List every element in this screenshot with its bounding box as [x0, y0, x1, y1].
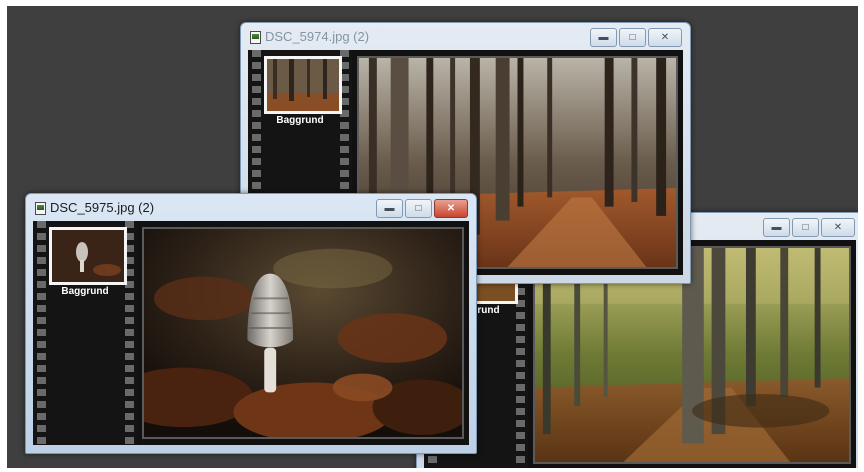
minimize-button[interactable]: ▬ — [376, 199, 403, 218]
image-canvas[interactable] — [142, 227, 464, 439]
layer-thumbnail[interactable] — [49, 227, 127, 285]
close-button[interactable]: ✕ — [648, 28, 682, 47]
image-window-front[interactable]: DSC_5975.jpg (2) ▬ □ ✕ Baggrund — [25, 193, 477, 454]
layer-thumbnail[interactable] — [264, 56, 342, 114]
window-controls: ▬ □ ✕ — [761, 218, 855, 237]
film-perforation — [37, 221, 46, 445]
close-button[interactable]: ✕ — [434, 199, 468, 218]
close-button[interactable]: ✕ — [821, 218, 855, 237]
maximize-button[interactable]: □ — [619, 28, 646, 47]
window-client: Baggrund — [33, 221, 469, 445]
image-document-icon — [250, 31, 261, 44]
maximize-button[interactable]: □ — [405, 199, 432, 218]
window-title: DSC_5974.jpg (2) — [265, 29, 370, 44]
window-title: DSC_5975.jpg (2) — [50, 200, 155, 215]
window-titlebar[interactable]: DSC_5974.jpg (2) ▬ □ ✕ — [241, 23, 690, 50]
layer-label: Baggrund — [276, 115, 324, 126]
forest-thumbnail-icon — [267, 59, 339, 111]
window-controls: ▬ □ ✕ — [588, 28, 682, 47]
desktop-background: ▬ □ ✕ Baggrund — [7, 6, 858, 468]
window-titlebar[interactable]: DSC_5975.jpg (2) ▬ □ ✕ — [26, 194, 476, 221]
mushroom-thumbnail-icon — [52, 230, 124, 282]
layer-label: Baggrund — [61, 286, 109, 297]
minimize-button[interactable]: ▬ — [590, 28, 617, 47]
window-controls: ▬ □ ✕ — [374, 199, 468, 218]
layers-filmstrip: Baggrund — [33, 221, 137, 445]
image-document-icon — [35, 202, 46, 215]
maximize-button[interactable]: □ — [792, 218, 819, 237]
minimize-button[interactable]: ▬ — [763, 218, 790, 237]
mushroom-photo-icon — [144, 229, 462, 437]
